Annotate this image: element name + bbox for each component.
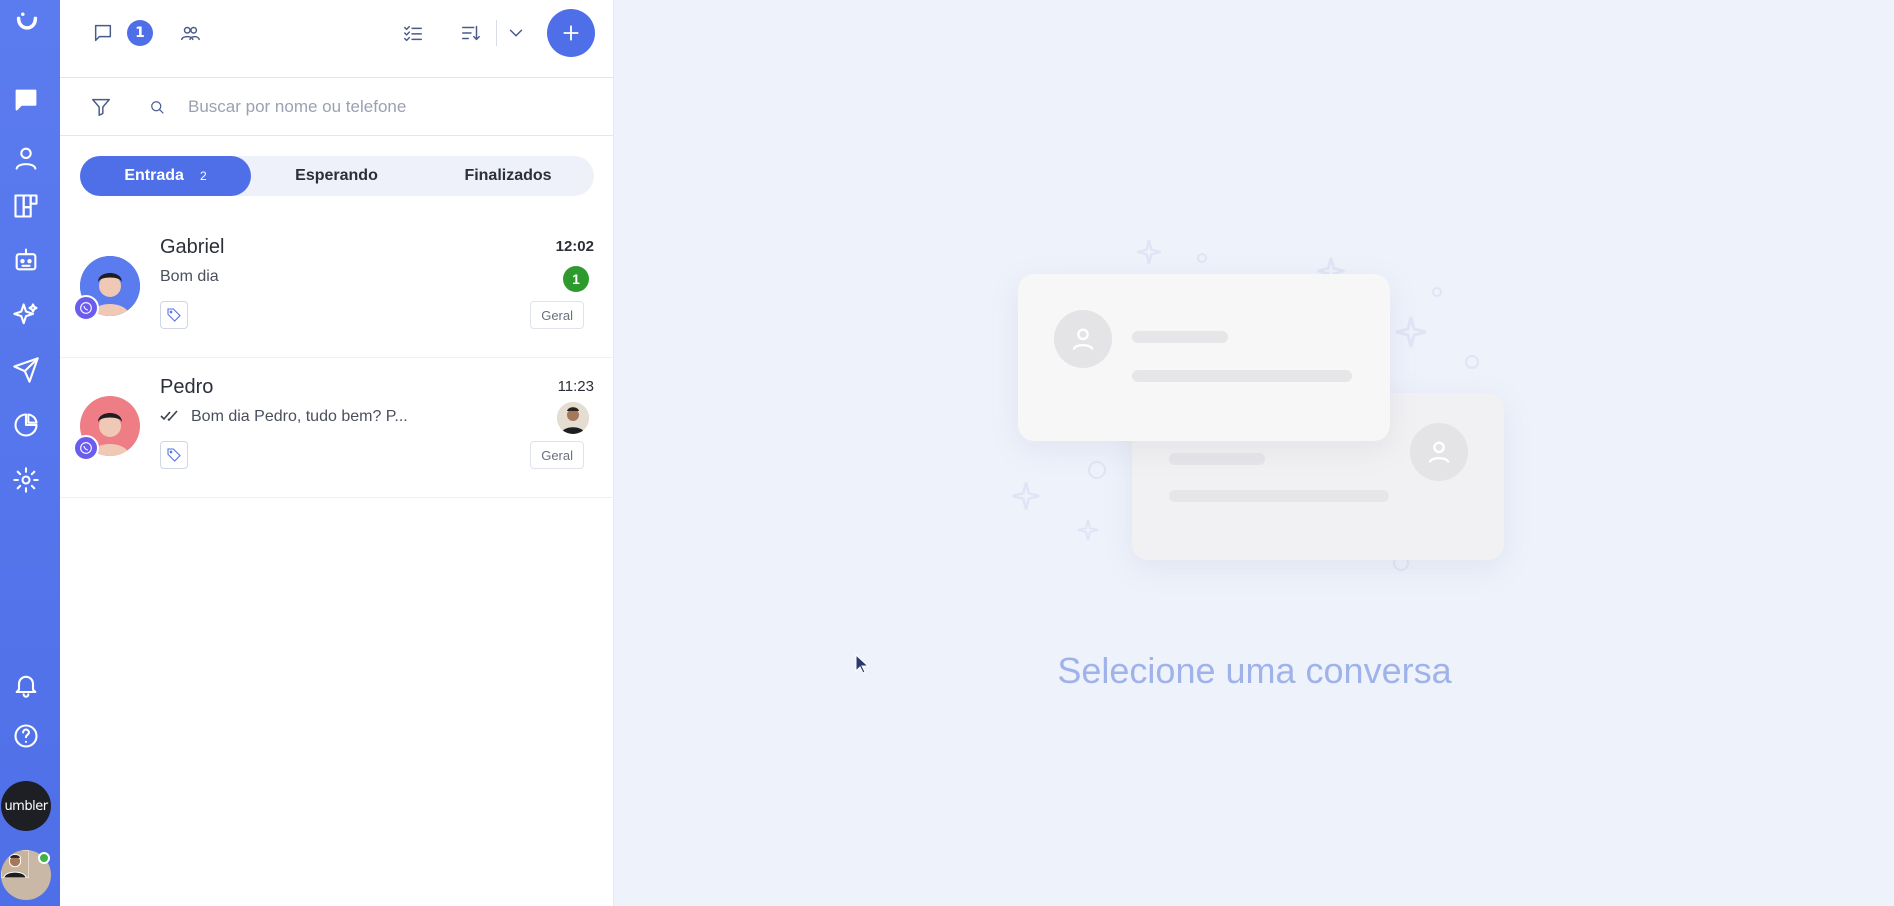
user-placeholder-icon xyxy=(1054,310,1112,368)
chat-count-badge: 1 xyxy=(127,20,153,46)
user-placeholder-icon xyxy=(1410,423,1468,481)
department-badge: Geral xyxy=(530,441,584,469)
mouse-cursor-icon xyxy=(855,654,870,674)
chats-tab-icon[interactable] xyxy=(88,18,118,48)
sparkle-icon xyxy=(1393,314,1429,354)
plus-icon xyxy=(563,25,579,41)
tab-label: Entrada xyxy=(124,167,184,184)
tag-button[interactable] xyxy=(160,441,188,469)
status-tabs: Entrada 2 Esperando Finalizados xyxy=(80,156,594,196)
chat-icon[interactable] xyxy=(10,84,42,116)
sidebar-rail: umbler xyxy=(0,0,60,906)
tag-icon xyxy=(167,448,181,462)
tag-icon xyxy=(167,308,181,322)
send-icon[interactable] xyxy=(10,354,42,386)
placeholder-line xyxy=(1169,490,1389,502)
toolbar-divider xyxy=(496,20,497,46)
tab-esperando[interactable]: Esperando xyxy=(251,156,422,196)
sparkle-icon xyxy=(1076,518,1100,546)
placeholder-line xyxy=(1132,331,1228,343)
reports-icon[interactable] xyxy=(10,409,42,441)
tab-finalizados[interactable]: Finalizados xyxy=(422,156,594,196)
tab-count: 2 xyxy=(199,169,207,183)
placeholder-card-front xyxy=(1018,274,1390,441)
unread-badge: 1 xyxy=(563,266,589,292)
panel-toolbar: 1 xyxy=(60,0,614,78)
dot-icon xyxy=(1463,353,1481,375)
double-check-icon xyxy=(160,408,180,427)
tab-entrada[interactable]: Entrada 2 xyxy=(80,156,251,196)
team-icon[interactable] xyxy=(175,18,205,48)
conversations-panel: 1 Entrada 2 Esperando xyxy=(60,0,614,906)
conversation-item[interactable]: Gabriel Bom dia 12:02 1 Geral xyxy=(60,218,614,358)
sparkle-icon xyxy=(1010,480,1042,516)
dot-icon xyxy=(1085,458,1109,486)
search-icon xyxy=(142,92,172,122)
bot-icon[interactable] xyxy=(10,244,42,276)
empty-state: Selecione uma conversa xyxy=(615,0,1894,906)
empty-state-title: Selecione uma conversa xyxy=(1057,650,1452,691)
message-time: 11:23 xyxy=(557,378,594,395)
whatsapp-icon xyxy=(73,295,99,321)
new-conversation-button[interactable] xyxy=(547,9,595,57)
tab-label: Finalizados xyxy=(464,167,552,184)
message-time: 12:02 xyxy=(555,238,594,255)
brand-logo[interactable] xyxy=(2,2,52,46)
search-bar xyxy=(60,78,614,136)
sparkle-icon xyxy=(1135,238,1163,270)
filter-icon[interactable] xyxy=(86,92,116,122)
conversation-item[interactable]: Pedro Bom dia Pedro, tudo bem? P... 11:2… xyxy=(60,358,614,498)
workspace-label: umbler xyxy=(4,798,48,814)
dot-icon xyxy=(1430,284,1444,303)
chevron-down-icon[interactable] xyxy=(501,18,531,48)
contact-name: Gabriel xyxy=(160,236,225,258)
dot-icon xyxy=(1195,250,1209,269)
contact-name: Pedro xyxy=(160,376,214,398)
settings-icon[interactable] xyxy=(10,464,42,496)
sparkles-icon[interactable] xyxy=(10,299,42,331)
workspace-avatar[interactable]: umbler xyxy=(1,781,51,831)
bell-icon[interactable] xyxy=(10,669,42,701)
kanban-icon[interactable] xyxy=(10,190,42,222)
agent-avatar xyxy=(557,402,589,434)
tab-label: Esperando xyxy=(295,167,378,184)
sort-icon[interactable] xyxy=(456,18,486,48)
tag-button[interactable] xyxy=(160,301,188,329)
contacts-icon[interactable] xyxy=(10,142,42,174)
last-message: Bom dia Pedro, tudo bem? P... xyxy=(191,408,408,425)
search-input[interactable] xyxy=(188,92,588,122)
department-badge: Geral xyxy=(530,301,584,329)
checklist-icon[interactable] xyxy=(398,18,428,48)
whatsapp-icon xyxy=(73,435,99,461)
help-icon[interactable] xyxy=(10,720,42,752)
last-message: Bom dia xyxy=(160,268,219,285)
online-status-dot xyxy=(38,852,50,864)
placeholder-line xyxy=(1132,370,1352,382)
placeholder-line xyxy=(1169,453,1265,465)
